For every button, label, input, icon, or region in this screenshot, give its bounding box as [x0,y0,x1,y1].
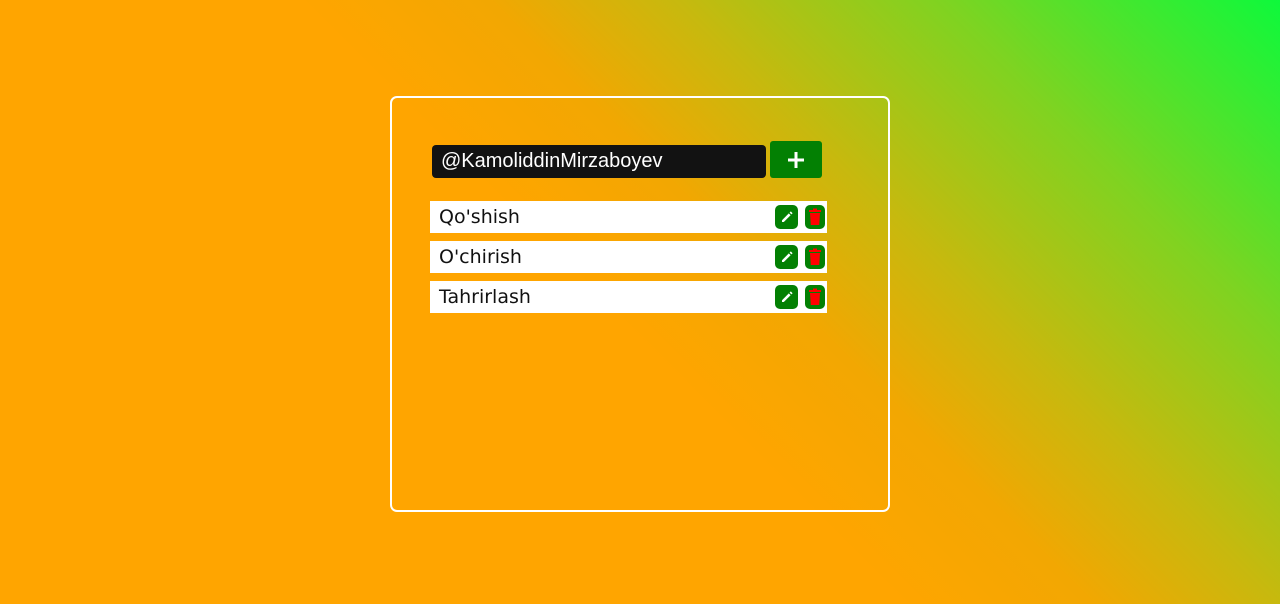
delete-button[interactable] [805,205,825,229]
task-item: O'chirish [430,241,827,273]
pencil-icon [781,291,793,302]
pencil-icon [781,211,793,222]
trash-icon [809,248,821,265]
task-item: Qo'shish [430,201,827,233]
delete-button[interactable] [805,285,825,309]
delete-button[interactable] [805,245,825,269]
task-item: Tahrirlash [430,281,827,313]
edit-button[interactable] [775,285,798,309]
trash-icon [809,288,821,305]
task-list: Qo'shish O'chirish Tahrirlash [430,201,827,321]
trash-icon [809,208,821,225]
task-text: Tahrirlash [439,286,531,308]
add-task-button[interactable] [770,141,822,178]
pencil-icon [781,251,793,262]
edit-button[interactable] [775,245,798,269]
plus-icon [788,151,804,168]
todo-card: Qo'shish O'chirish [390,96,890,512]
edit-button[interactable] [775,205,798,229]
task-input[interactable] [432,145,766,178]
task-text: Qo'shish [439,206,520,228]
task-text: O'chirish [439,246,522,268]
